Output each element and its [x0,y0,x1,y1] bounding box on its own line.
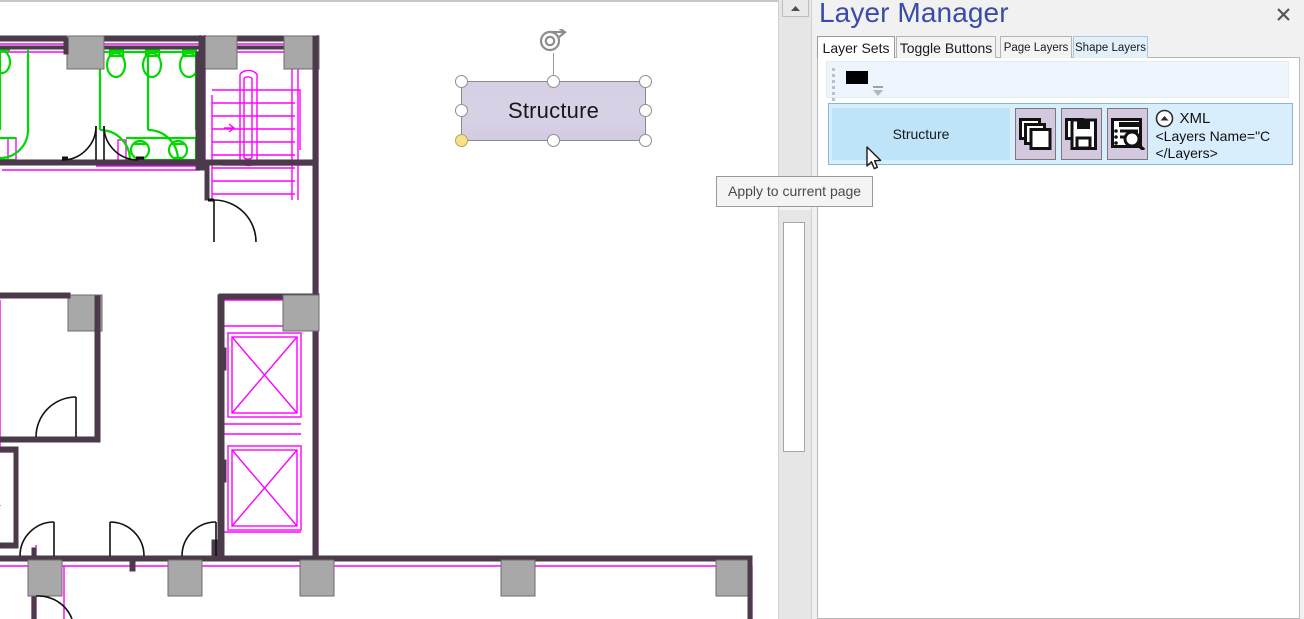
xml-label: XML [1179,109,1211,127]
tab-toggle-buttons[interactable]: Toggle Buttons [896,36,996,58]
tab-page-layers[interactable]: Page Layers [1000,36,1072,58]
resize-handle-bottom-right[interactable] [639,134,652,147]
panel-tabs: Layer Sets Toggle Buttons Page Layers Sh… [817,36,1300,58]
resize-handle-top-right[interactable] [639,75,652,88]
chevron-down-icon[interactable] [871,84,885,96]
scroll-up-arrow-icon[interactable] [782,0,809,17]
resize-handle-top-center[interactable] [547,75,560,88]
shape-label: Structure [507,98,600,123]
scrollbar-thumb[interactable] [783,222,805,452]
tab-label: Layer Sets [822,39,890,56]
resize-handle-middle-left[interactable] [455,104,468,117]
tab-label: Shape Layers [1075,41,1146,54]
layer-set-row-container[interactable]: Structure XML <Layers Name="C </Layers> [828,103,1293,165]
tab-label: Page Layers [1003,41,1069,54]
tab-layer-sets[interactable]: Layer Sets [817,36,895,58]
save-icon [1064,118,1097,150]
layer-toolbar [826,61,1289,101]
inspect-layers-button[interactable] [1107,108,1149,160]
tab-shape-layers[interactable]: Shape Layers [1073,36,1148,58]
drag-dots-icon[interactable] [832,68,836,101]
color-swatch[interactable] [846,71,868,84]
shape-rectangle[interactable]: Structure [461,81,646,141]
rotate-icon[interactable] [538,27,568,55]
xml-line: <Layers Name="C [1155,128,1271,144]
page-title: Layer Manager [819,0,1009,28]
tooltip: Apply to current page [716,176,874,207]
chevron-up-circle-icon[interactable] [1155,109,1174,128]
xml-line: </Layers> [1155,145,1218,160]
resize-handle-bottom-center[interactable] [547,134,560,147]
resize-handle-middle-right[interactable] [639,104,652,117]
application-window: Structure Apply to current page Layer Ma… [0,0,1304,619]
layer-manager-panel: Layer Manager Layer Sets Toggle Buttons … [811,0,1304,619]
layer-name-label: Structure [892,126,950,142]
xml-header: XML [1155,108,1289,128]
floorplan-drawing [0,35,753,619]
layer-name-field[interactable]: Structure [832,108,1011,160]
list-search-icon [1110,118,1145,150]
tab-label: Toggle Buttons [899,39,993,56]
layers-copy-icon [1018,118,1052,150]
duplicate-layers-button[interactable] [1015,108,1057,160]
resize-handle-top-left[interactable] [455,75,468,88]
canvas-vertical-scrollbar[interactable] [778,0,812,619]
drawing-canvas[interactable]: Structure [0,0,778,619]
control-handle-bottom-left[interactable] [455,134,468,147]
save-layers-button[interactable] [1061,108,1103,160]
panel-content: Structure XML <Layers Name="C </Layers> [817,58,1300,619]
table-row[interactable]: Structure XML <Layers Name="C </Layers> [832,107,1289,161]
xml-preview: XML <Layers Name="C </Layers> [1155,108,1289,160]
selected-shape[interactable]: Structure [455,27,652,147]
close-icon[interactable] [1272,3,1294,25]
